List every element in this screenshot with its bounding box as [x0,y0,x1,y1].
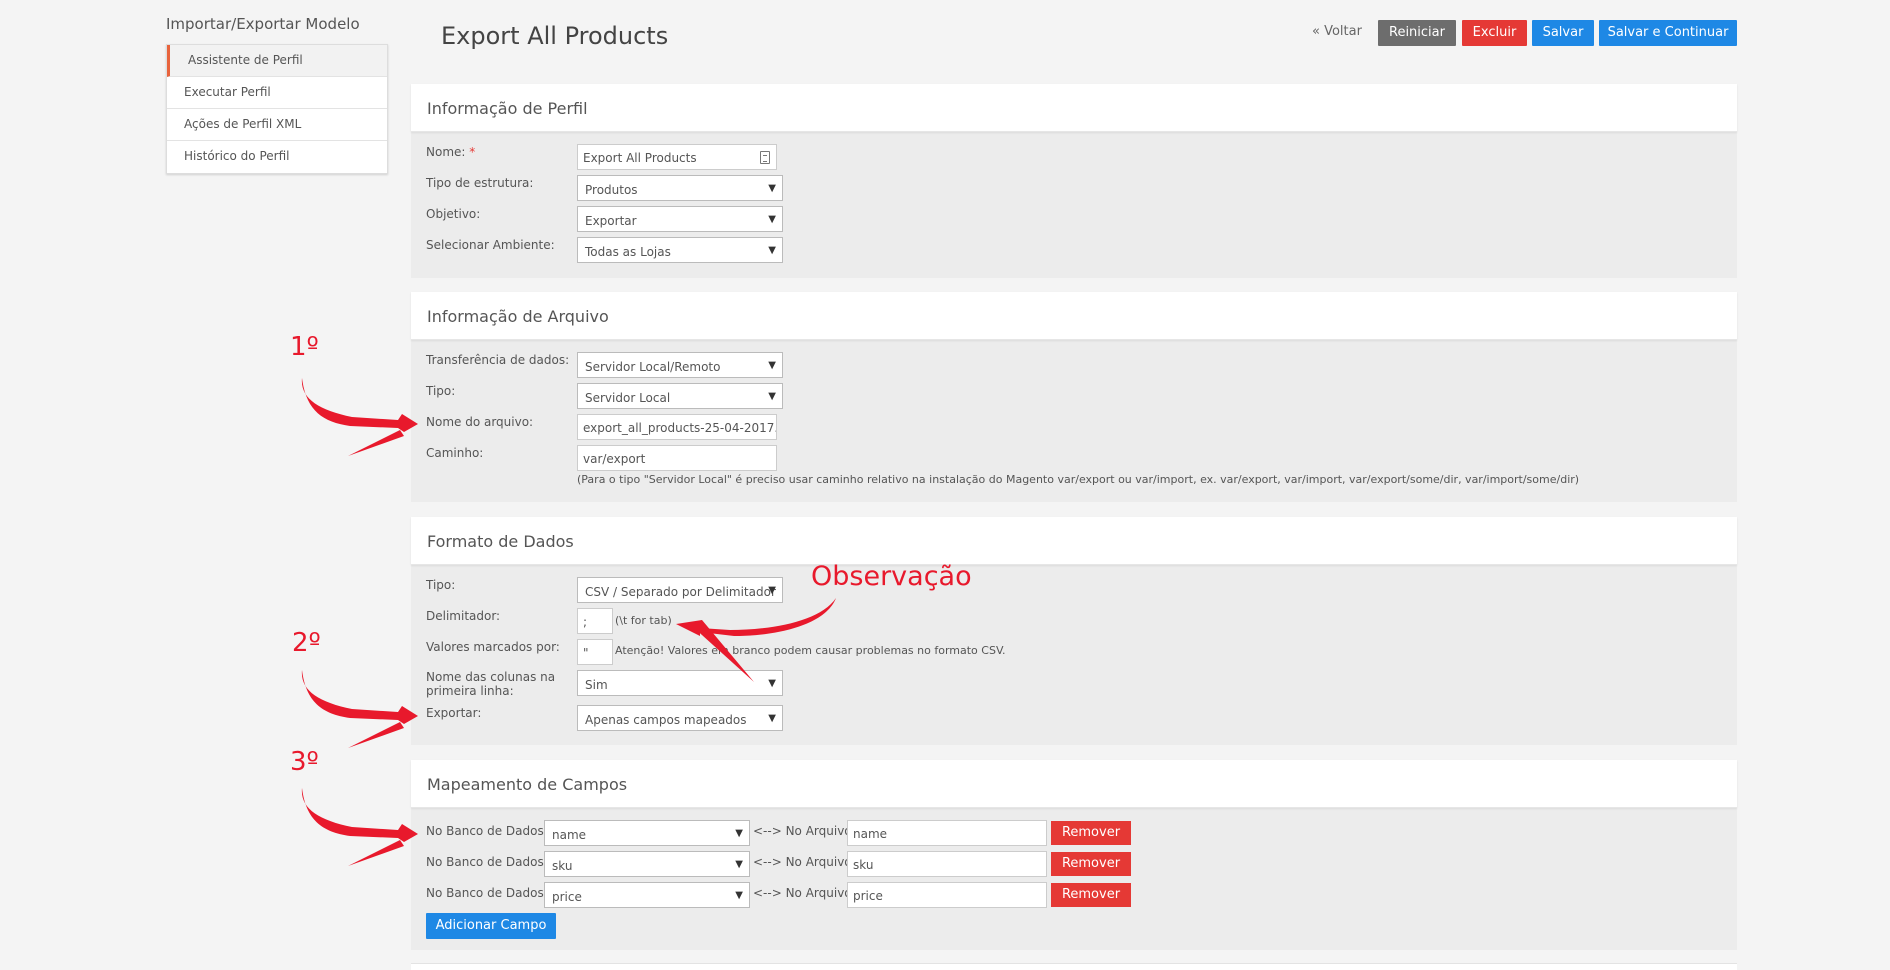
arrow-icon [348,722,404,748]
arrow-icon [301,670,418,724]
arrow-icon [692,620,754,682]
annotation-arrows [301,378,836,866]
arrow-icon [301,378,418,432]
arrow-icon [348,840,404,866]
arrow-icon [348,430,404,456]
arrow-icon [301,788,418,842]
